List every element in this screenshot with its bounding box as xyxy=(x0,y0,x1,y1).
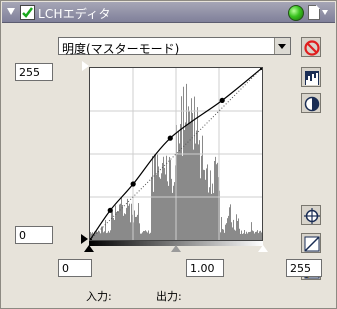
gamma-field[interactable]: 1.00 xyxy=(186,259,224,277)
title-bar: LCHエディタ xyxy=(2,2,335,23)
gamma-slider[interactable] xyxy=(171,245,181,252)
contrast-icon xyxy=(304,96,320,112)
curve-straight-icon xyxy=(304,236,320,252)
histogram-icon xyxy=(305,71,319,85)
output-min-field[interactable]: 0 xyxy=(15,226,53,244)
enable-checkbox[interactable] xyxy=(20,5,35,20)
histogram-button[interactable] xyxy=(301,67,321,87)
panel-title: LCHエディタ xyxy=(38,7,111,21)
reset-button[interactable] xyxy=(301,37,321,57)
output-max-field[interactable]: 255 xyxy=(15,63,53,81)
curve-straight-button[interactable] xyxy=(301,233,321,253)
input-label: 入力: xyxy=(86,290,112,303)
output-label: 出力: xyxy=(156,290,182,303)
input-white-slider[interactable] xyxy=(258,245,268,252)
input-white-field[interactable]: 255 xyxy=(286,259,322,277)
curve-control-point[interactable] xyxy=(130,181,136,187)
curve-control-point[interactable] xyxy=(219,97,225,103)
black-point-marker[interactable] xyxy=(81,234,88,244)
mode-dropdown-value: 明度(マスターモード) xyxy=(62,42,180,56)
mode-dropdown[interactable]: 明度(マスターモード) xyxy=(58,37,291,56)
eyedropper-button[interactable] xyxy=(301,205,321,225)
output-max-marker[interactable] xyxy=(82,61,89,71)
curve-control-point[interactable] xyxy=(107,207,113,213)
chevron-down-icon[interactable] xyxy=(274,38,290,54)
curve-histogram-svg[interactable] xyxy=(90,68,262,240)
eyedropper-target-icon xyxy=(304,208,320,224)
reset-icon xyxy=(304,40,320,56)
curve-control-point[interactable] xyxy=(167,135,173,141)
contrast-button[interactable] xyxy=(301,93,321,113)
input-black-slider[interactable] xyxy=(84,245,94,252)
lch-editor-panel: LCHエディタ 明度(マスターモード) 255 0 0 1.00 255 入力:… xyxy=(0,0,337,309)
menu-arrow-icon[interactable] xyxy=(322,10,328,15)
input-black-field[interactable]: 0 xyxy=(58,259,92,277)
status-led-icon xyxy=(288,5,304,21)
curve-graph[interactable] xyxy=(89,67,263,241)
document-icon[interactable] xyxy=(308,5,320,20)
collapse-triangle-icon[interactable] xyxy=(7,8,15,15)
